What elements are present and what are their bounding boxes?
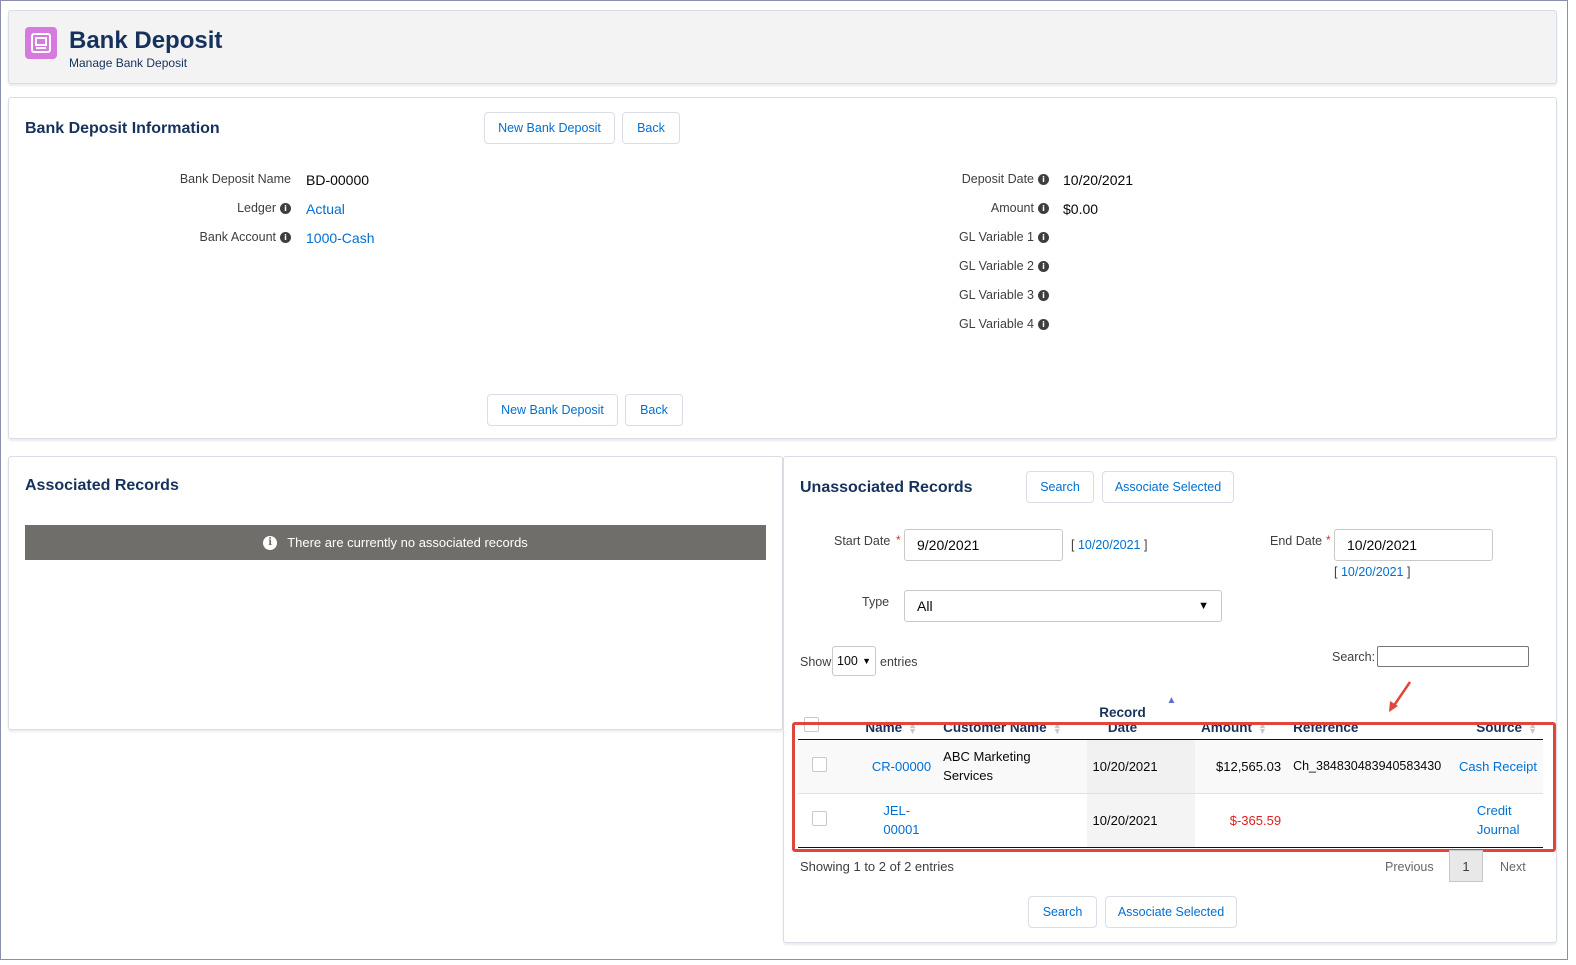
gl-variable-3-label: GL Variable 3i bbox=[869, 288, 1049, 302]
start-date-input[interactable]: 9/20/2021 bbox=[904, 529, 1063, 561]
source-link[interactable]: Credit Journal bbox=[1450, 793, 1543, 848]
page-subtitle: Manage Bank Deposit bbox=[69, 56, 188, 70]
previous-page-button[interactable]: Previous bbox=[1385, 860, 1434, 874]
gl-variable-1-label: GL Variable 1i bbox=[869, 230, 1049, 244]
showing-entries-text: Showing 1 to 2 of 2 entries bbox=[800, 859, 954, 874]
column-header-reference[interactable]: Reference bbox=[1287, 685, 1451, 740]
associated-records-card: Associated Records i There are currently… bbox=[8, 456, 783, 730]
page-1-button[interactable]: 1 bbox=[1449, 850, 1483, 882]
end-date-today[interactable]: [ 10/20/2021 ] bbox=[1334, 565, 1410, 579]
chevron-down-icon: ▼ bbox=[1198, 600, 1209, 612]
info-icon: i bbox=[1038, 231, 1049, 243]
gl-variable-4-label: GL Variable 4i bbox=[869, 317, 1049, 331]
associate-selected-button-bottom[interactable]: Associate Selected bbox=[1105, 896, 1237, 928]
info-icon: i bbox=[1038, 202, 1049, 214]
no-records-message: There are currently no associated record… bbox=[287, 535, 528, 550]
record-name-link[interactable]: JEL-00001 bbox=[859, 793, 938, 848]
row-select-cell bbox=[798, 739, 860, 794]
record-name-link[interactable]: CR-00000 bbox=[859, 739, 938, 794]
search-button-bottom[interactable]: Search bbox=[1028, 896, 1097, 928]
column-header-name[interactable]: Name ▲ ▼ bbox=[859, 685, 938, 740]
unassociated-records-table: Name ▲ ▼ Customer Name ▲ ▼ Record Date▲ Amou… bbox=[798, 685, 1543, 848]
sort-icon: ▲ ▼ bbox=[908, 719, 918, 736]
info-icon: i bbox=[280, 202, 291, 214]
required-marker: * bbox=[896, 533, 901, 547]
entries-label: entries bbox=[880, 655, 918, 669]
new-bank-deposit-button-top[interactable]: New Bank Deposit bbox=[484, 112, 615, 144]
row-checkbox[interactable] bbox=[812, 811, 827, 826]
new-bank-deposit-button-bottom[interactable]: New Bank Deposit bbox=[487, 394, 618, 426]
info-section-title: Bank Deposit Information bbox=[25, 120, 220, 137]
amount-label: Amount i bbox=[869, 201, 1049, 215]
amount-cell: $12,565.03 bbox=[1195, 739, 1288, 794]
window-frame: Bank Deposit Manage Bank Deposit Bank De… bbox=[0, 0, 1568, 960]
table-row: JEL-00001 10/20/2021 $-365.59 Credit Jou… bbox=[798, 793, 1543, 848]
info-icon: i bbox=[1038, 289, 1049, 301]
sort-icon: ▲ ▼ bbox=[1258, 719, 1267, 736]
info-icon: i bbox=[1038, 260, 1049, 272]
bank-deposit-name-label: Bank Deposit Name bbox=[179, 172, 291, 186]
type-label: Type bbox=[862, 595, 890, 609]
record-date-cell: 10/20/2021 bbox=[1086, 739, 1195, 794]
reference-cell: Ch_384830483940583430 bbox=[1287, 739, 1451, 794]
reference-cell bbox=[1287, 793, 1451, 848]
row-checkbox[interactable] bbox=[812, 757, 827, 772]
end-date-label: End Date bbox=[1270, 534, 1323, 548]
page-header: Bank Deposit Manage Bank Deposit bbox=[8, 10, 1557, 84]
ledger-label: Ledger i bbox=[109, 201, 291, 215]
info-icon: i bbox=[1038, 173, 1049, 185]
start-date-today[interactable]: [ 10/20/2021 ] bbox=[1071, 538, 1147, 552]
show-label: Show bbox=[800, 655, 832, 669]
next-page-button[interactable]: Next bbox=[1500, 860, 1526, 874]
bank-deposit-info-card: Bank Deposit Information New Bank Deposi… bbox=[8, 97, 1557, 439]
associated-records-title: Associated Records bbox=[25, 477, 179, 494]
gl-variable-2-label: GL Variable 2i bbox=[869, 259, 1049, 273]
back-button-top[interactable]: Back bbox=[622, 112, 680, 144]
deposit-date-value: 10/20/2021 bbox=[1063, 172, 1134, 188]
column-header-amount[interactable]: Amount ▲ ▼ bbox=[1195, 685, 1288, 740]
deposit-date-label: Deposit Date i bbox=[869, 172, 1049, 186]
info-icon: i bbox=[263, 535, 278, 550]
select-all-header bbox=[798, 685, 860, 740]
amount-value: $0.00 bbox=[1063, 201, 1099, 217]
required-marker: * bbox=[1326, 533, 1331, 547]
row-select-cell bbox=[798, 793, 860, 848]
info-icon: i bbox=[1038, 318, 1049, 330]
table-search-label: Search: bbox=[1332, 650, 1376, 664]
record-date-cell: 10/20/2021 bbox=[1086, 793, 1195, 848]
associate-selected-button-top[interactable]: Associate Selected bbox=[1102, 471, 1234, 503]
amount-cell: $-365.59 bbox=[1195, 793, 1288, 848]
sort-icon: ▲ ▼ bbox=[1528, 719, 1537, 736]
sort-icon: ▲ ▼ bbox=[1052, 719, 1062, 736]
bank-account-label: Bank Account i bbox=[109, 230, 291, 244]
table-row: CR-00000 ABC Marketing Services 10/20/20… bbox=[798, 739, 1543, 794]
back-button-bottom[interactable]: Back bbox=[625, 394, 683, 426]
column-header-record-date[interactable]: Record Date▲ bbox=[1086, 685, 1195, 740]
table-search-input[interactable] bbox=[1377, 646, 1529, 667]
select-all-checkbox[interactable] bbox=[804, 716, 819, 732]
unassociated-records-card: Unassociated Records Search Associate Se… bbox=[783, 456, 1557, 943]
customer-name-cell bbox=[937, 793, 1087, 848]
end-date-input[interactable]: 10/20/2021 bbox=[1334, 529, 1493, 561]
type-select[interactable]: All ▼ bbox=[904, 590, 1222, 622]
chevron-down-icon: ▼ bbox=[862, 656, 871, 666]
info-icon: i bbox=[280, 231, 291, 243]
ledger-link[interactable]: Actual bbox=[306, 201, 345, 217]
bank-account-link[interactable]: 1000-Cash bbox=[306, 230, 375, 246]
customer-name-cell: ABC Marketing Services bbox=[937, 739, 1087, 794]
start-date-label: Start Date bbox=[834, 534, 891, 548]
source-link[interactable]: Cash Receipt bbox=[1450, 739, 1543, 794]
bank-deposit-name-value: BD-00000 bbox=[306, 172, 370, 188]
search-button-top[interactable]: Search bbox=[1026, 471, 1094, 503]
bank-deposit-icon bbox=[25, 27, 57, 59]
column-header-customer-name[interactable]: Customer Name ▲ ▼ bbox=[937, 685, 1087, 740]
entries-select[interactable]: 100 ▼ bbox=[832, 646, 876, 676]
page-title: Bank Deposit bbox=[69, 27, 223, 54]
no-records-banner: i There are currently no associated reco… bbox=[25, 525, 766, 560]
entries-value: 100 bbox=[837, 654, 858, 668]
sort-asc-icon: ▲ bbox=[1166, 694, 1177, 706]
type-selected-value: All bbox=[917, 598, 933, 614]
column-header-source[interactable]: Source ▲ ▼ bbox=[1450, 685, 1543, 740]
unassociated-records-title: Unassociated Records bbox=[800, 479, 973, 496]
